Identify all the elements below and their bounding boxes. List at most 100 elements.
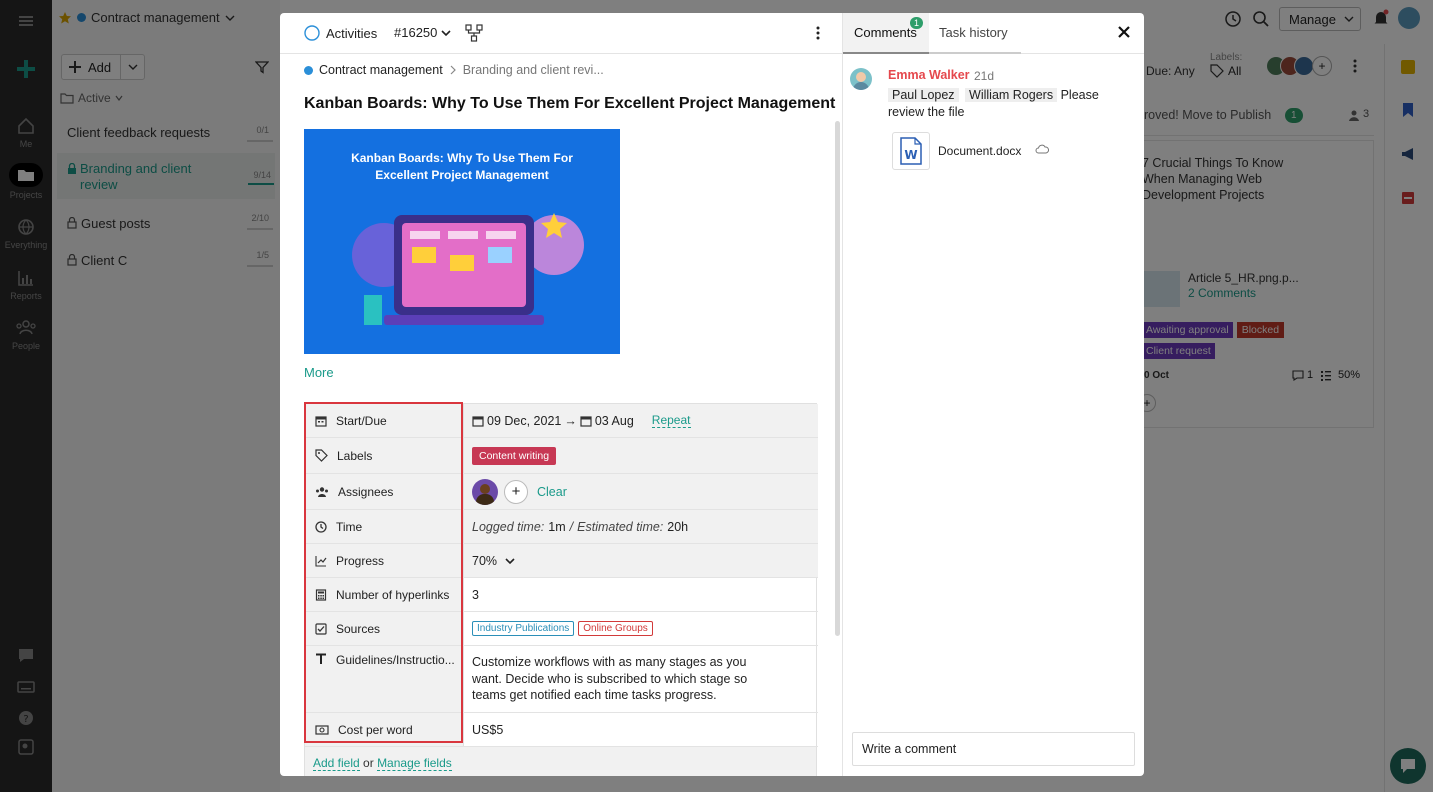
- task-title[interactable]: Kanban Boards: Why To Use Them For Excel…: [304, 95, 835, 113]
- activities-button[interactable]: Activities: [304, 25, 377, 41]
- breadcrumb-task[interactable]: Branding and client revi...: [463, 63, 604, 77]
- source-tag[interactable]: Industry Publications: [472, 621, 575, 636]
- board-more-button[interactable]: [1352, 58, 1358, 74]
- comment-author[interactable]: Emma Walker: [888, 68, 970, 82]
- label-chip[interactable]: Content writing: [472, 446, 557, 465]
- tag-icon: [315, 449, 328, 462]
- create-button[interactable]: [0, 58, 52, 80]
- field-row-start-due[interactable]: Start/Due 09 Dec, 2021 → 03 Aug Repeat: [305, 404, 818, 438]
- hamburger-icon: [19, 16, 33, 26]
- field-value[interactable]: 3: [464, 578, 818, 611]
- chat-support-button[interactable]: [1390, 748, 1426, 784]
- filter-button[interactable]: [255, 60, 269, 74]
- people-icon: [316, 486, 328, 497]
- project-item-selected[interactable]: Branding and client review 9/14: [57, 153, 275, 199]
- tab-task-history[interactable]: Task history: [929, 13, 1021, 54]
- search-button[interactable]: [1252, 10, 1270, 28]
- due-date[interactable]: 03 Aug: [595, 414, 634, 428]
- clock-button[interactable]: [1224, 10, 1242, 28]
- tab-comments[interactable]: Comments 1: [843, 13, 929, 54]
- megaphone-icon[interactable]: [1400, 146, 1416, 162]
- clear-assignees-link[interactable]: Clear: [537, 485, 567, 499]
- field-row-hyperlinks[interactable]: Number of hyperlinks 3: [305, 578, 818, 612]
- card-attachment-name: Article 5_HR.png.p...: [1188, 271, 1299, 285]
- dependencies-button[interactable]: [465, 24, 483, 42]
- logged-time-label: Logged time:: [472, 519, 545, 534]
- labels-filter[interactable]: All: [1210, 64, 1241, 78]
- add-assignee-button[interactable]: +: [504, 479, 528, 504]
- help-icon: ?: [19, 711, 33, 725]
- scrollbar[interactable]: [835, 121, 840, 636]
- keyboard-button[interactable]: [0, 678, 52, 696]
- fields-footer: Add field or Manage fields: [305, 747, 816, 776]
- add-field-link[interactable]: Add field: [313, 756, 360, 771]
- add-button[interactable]: Add: [61, 54, 145, 80]
- menu-button[interactable]: [0, 12, 52, 30]
- chat-button[interactable]: [0, 646, 52, 664]
- field-value[interactable]: 09 Dec, 2021 → 03 Aug Repeat: [464, 404, 818, 437]
- due-filter[interactable]: Due: Any: [1146, 64, 1195, 78]
- comment-text: Please: [1060, 88, 1099, 102]
- field-row-progress[interactable]: Progress 70%: [305, 544, 818, 578]
- field-value[interactable]: Industry Publications Online Groups: [464, 612, 818, 645]
- project-switcher[interactable]: Contract management: [58, 10, 235, 25]
- more-link[interactable]: More: [304, 365, 334, 380]
- logged-time-value[interactable]: 1m: [548, 520, 565, 534]
- board-area: Manage Due: Any Labels: All + roved! Mov…: [1138, 0, 1433, 792]
- cloud-download-button[interactable]: [1035, 144, 1049, 154]
- manage-fields-link[interactable]: Manage fields: [377, 756, 452, 771]
- repeat-link[interactable]: Repeat: [651, 413, 691, 428]
- comment-input[interactable]: Write a comment: [852, 732, 1135, 766]
- sticky-note-icon[interactable]: [1401, 60, 1415, 74]
- notifications-button[interactable]: [1372, 9, 1390, 27]
- attachment-name[interactable]: Document.docx: [938, 144, 1021, 158]
- close-modal-button[interactable]: [1118, 26, 1130, 38]
- field-row-assignees[interactable]: Assignees + Clear: [305, 474, 818, 510]
- estimated-time-value[interactable]: 20h: [667, 520, 688, 534]
- project-item-name: Guest posts: [81, 215, 151, 231]
- field-row-sources[interactable]: Sources Industry Publications Online Gro…: [305, 612, 818, 646]
- mention[interactable]: Paul Lopez: [888, 88, 959, 102]
- rail-item-people[interactable]: People: [0, 318, 52, 351]
- manage-button[interactable]: Manage: [1279, 7, 1361, 31]
- rail-item-everything[interactable]: Everything: [0, 217, 52, 250]
- project-item[interactable]: Guest posts 2/10: [67, 213, 277, 233]
- help-button[interactable]: ?: [0, 709, 52, 727]
- assignee-avatar[interactable]: [472, 478, 498, 505]
- rail-item-projects[interactable]: Projects: [0, 163, 52, 200]
- user-avatar[interactable]: [1398, 7, 1420, 29]
- profile-button[interactable]: [0, 738, 52, 756]
- field-row-cost[interactable]: Cost per word US$5: [305, 713, 818, 747]
- card-comments-link[interactable]: 2 Comments: [1188, 286, 1256, 300]
- task-more-button[interactable]: [815, 25, 821, 41]
- source-tag[interactable]: Online Groups: [578, 621, 653, 636]
- rail-item-reports[interactable]: Reports: [0, 268, 52, 301]
- project-item[interactable]: Client C 1/5: [67, 250, 277, 270]
- rail-item-me[interactable]: Me: [0, 116, 52, 149]
- task-card[interactable]: 7 Crucial Things To Know When Managing W…: [1138, 140, 1374, 428]
- field-row-guidelines[interactable]: Guidelines/Instructio... Customize workf…: [305, 646, 818, 713]
- field-row-time[interactable]: Time Logged time: 1m / Estimated time: 2…: [305, 510, 818, 544]
- field-name: Labels: [337, 448, 373, 463]
- active-filter[interactable]: Active: [60, 91, 123, 105]
- bookmark-icon[interactable]: [1401, 102, 1415, 118]
- mention[interactable]: William Rogers: [965, 88, 1058, 102]
- progress-dropdown[interactable]: 70%: [464, 544, 818, 577]
- start-date[interactable]: 09 Dec, 2021: [487, 414, 561, 428]
- calendar-icon[interactable]: [1401, 189, 1415, 205]
- field-value[interactable]: Logged time: 1m / Estimated time: 20h: [464, 510, 818, 543]
- field-value[interactable]: Customize workflows with as many stages …: [464, 646, 818, 712]
- project-item[interactable]: Client feedback requests 0/1: [67, 125, 277, 145]
- member-avatars[interactable]: +: [1266, 56, 1332, 76]
- field-value[interactable]: + Clear: [464, 474, 818, 509]
- field-value[interactable]: Content writing: [464, 438, 818, 473]
- comment-author-avatar[interactable]: [850, 68, 872, 90]
- task-id-dropdown[interactable]: #16250: [394, 25, 451, 40]
- field-value[interactable]: US$5: [464, 713, 818, 746]
- task-details-pane: Activities #16250 Contract management Br…: [280, 13, 842, 776]
- card-tag: Blocked: [1236, 322, 1285, 338]
- attachment-thumbnail[interactable]: W: [892, 132, 930, 170]
- field-row-labels[interactable]: Labels Content writing: [305, 438, 818, 474]
- breadcrumb-project[interactable]: Contract management: [319, 63, 443, 77]
- cover-image[interactable]: Kanban Boards: Why To Use Them For Excel…: [304, 129, 620, 354]
